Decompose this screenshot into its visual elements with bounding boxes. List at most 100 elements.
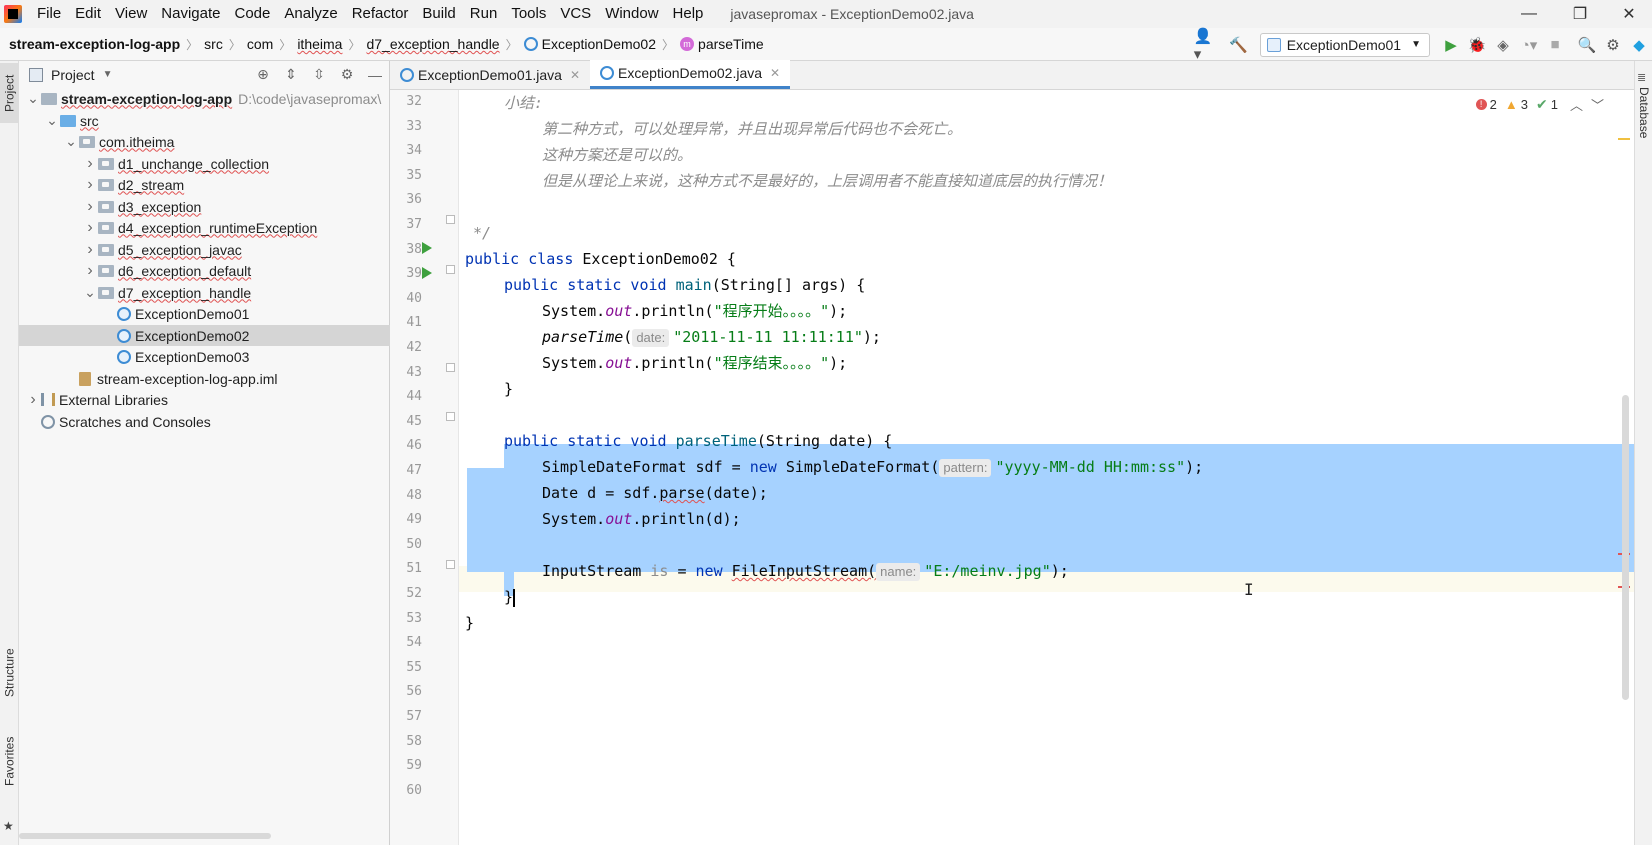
tree-item[interactable]: ExceptionDemo02 bbox=[19, 325, 390, 346]
chevron-right-icon[interactable]: › bbox=[82, 262, 98, 280]
chevron-right-icon[interactable]: › bbox=[82, 155, 98, 173]
menu-navigate[interactable]: Navigate bbox=[154, 0, 227, 28]
package-icon bbox=[98, 264, 114, 277]
gear-icon[interactable]: ⚙ bbox=[333, 66, 361, 83]
fold-marker-icon[interactable] bbox=[446, 215, 455, 224]
favorites-tool-tab[interactable]: Favorites bbox=[0, 721, 19, 801]
horizontal-scrollbar[interactable] bbox=[19, 833, 271, 839]
code-editor[interactable]: 小结: 第二种方式，可以处理异常，并且出现异常后代码也不会死亡。 这种方案还是可… bbox=[459, 90, 1634, 845]
chevron-down-icon[interactable]: ⌄ bbox=[63, 133, 79, 150]
minimize-button[interactable]: — bbox=[1506, 0, 1552, 28]
tree-item[interactable]: › d6_exception_default bbox=[19, 260, 390, 281]
stop-icon[interactable]: ■ bbox=[1542, 32, 1568, 58]
chevron-down-icon[interactable]: ▼ bbox=[103, 69, 113, 80]
menu-view[interactable]: View bbox=[108, 0, 154, 28]
settings-gear-icon[interactable]: ⚙ bbox=[1600, 32, 1626, 58]
menu-build[interactable]: Build bbox=[415, 0, 462, 28]
tree-item[interactable]: ExceptionDemo01 bbox=[19, 303, 390, 324]
fold-marker-icon[interactable] bbox=[446, 265, 455, 274]
project-panel: Project ▼ ⊕ ⇕ ⇳ ⚙ — ⌄ stream-exception-lo… bbox=[19, 61, 390, 845]
editor-gutter[interactable]: 32 33 34 35 36 37 38 39 40 41 42 43 44 45 46 47 48 49 50 51… bbox=[390, 90, 459, 845]
tree-item[interactable]: › d3_exception bbox=[19, 196, 390, 217]
run-main-icon[interactable] bbox=[422, 267, 432, 279]
chevron-down-icon[interactable]: ⌄ bbox=[82, 284, 98, 301]
project-tool-tab[interactable]: Project bbox=[0, 63, 19, 123]
restore-button[interactable]: ❐ bbox=[1557, 0, 1603, 28]
menu-file[interactable]: File bbox=[30, 0, 68, 28]
menu-vcs[interactable]: VCS bbox=[553, 0, 598, 28]
menu-analyze[interactable]: Analyze bbox=[277, 0, 344, 28]
warning-marker[interactable] bbox=[1618, 138, 1630, 140]
fold-marker-icon[interactable] bbox=[446, 560, 455, 569]
breadcrumb-src[interactable]: src bbox=[200, 36, 227, 52]
chevron-down-icon[interactable]: ﹀ bbox=[1591, 95, 1604, 114]
menu-help[interactable]: Help bbox=[666, 0, 711, 28]
breadcrumb-com[interactable]: com bbox=[243, 36, 277, 52]
structure-tool-tab[interactable]: Structure bbox=[0, 633, 19, 713]
tree-item[interactable]: ⌄ d7_exception_handle bbox=[19, 282, 390, 303]
breadcrumb-package[interactable]: d7_exception_handle bbox=[362, 36, 503, 52]
close-icon[interactable]: ✕ bbox=[570, 68, 580, 82]
hide-icon[interactable]: — bbox=[361, 67, 389, 83]
database-tool-tab[interactable]: Database bbox=[1635, 87, 1652, 167]
menu-edit[interactable]: Edit bbox=[68, 0, 108, 28]
breadcrumb-project[interactable]: stream-exception-log-app bbox=[0, 36, 184, 52]
tab-exceptiondemo02[interactable]: ExceptionDemo02.java ✕ bbox=[590, 60, 791, 89]
menu-window[interactable]: Window bbox=[598, 0, 665, 28]
tree-item[interactable]: › External Libraries bbox=[19, 389, 390, 410]
fold-marker-icon[interactable] bbox=[446, 363, 455, 372]
intellij-logo-icon bbox=[4, 5, 22, 23]
build-hammer-icon[interactable]: 🔨 bbox=[1226, 32, 1252, 58]
tree-item[interactable]: Scratches and Consoles bbox=[19, 411, 390, 432]
tree-item[interactable]: ⌄ src bbox=[19, 110, 390, 131]
breadcrumb-class[interactable]: ExceptionDemo02 bbox=[520, 36, 660, 52]
run-icon[interactable]: ▶ bbox=[1438, 32, 1464, 58]
chevron-down-icon[interactable]: ⌄ bbox=[44, 112, 60, 129]
plugin-icon[interactable]: ◆ bbox=[1626, 32, 1652, 58]
coverage-icon[interactable]: ◈ bbox=[1490, 32, 1516, 58]
tree-item[interactable]: › d4_exception_runtimeException bbox=[19, 217, 390, 238]
line-number: 40 bbox=[406, 290, 422, 306]
chevron-up-icon[interactable]: ︿ bbox=[1570, 95, 1583, 114]
close-window-button[interactable]: ✕ bbox=[1606, 0, 1652, 28]
expand-all-icon[interactable]: ⇕ bbox=[277, 66, 305, 83]
weak-warning-count: 1 bbox=[1550, 97, 1558, 112]
user-dropdown-icon[interactable]: 👤▾ bbox=[1194, 28, 1220, 63]
locate-icon[interactable]: ⊕ bbox=[249, 66, 277, 83]
menu-code[interactable]: Code bbox=[227, 0, 277, 28]
run-class-icon[interactable] bbox=[422, 242, 432, 254]
project-panel-title[interactable]: Project bbox=[51, 67, 95, 83]
unused-variable: is bbox=[650, 562, 669, 580]
tab-exceptiondemo01[interactable]: ExceptionDemo01.java ✕ bbox=[390, 60, 590, 89]
tab-label: ExceptionDemo02.java bbox=[618, 65, 763, 81]
menu-refactor[interactable]: Refactor bbox=[345, 0, 416, 28]
run-configuration-select[interactable]: ExceptionDemo01 ▼ bbox=[1259, 32, 1430, 57]
search-icon[interactable]: 🔍 bbox=[1574, 32, 1600, 58]
tree-item[interactable]: ⌄ stream-exception-log-app D:\code\javasep… bbox=[19, 88, 390, 109]
chevron-right-icon[interactable]: › bbox=[82, 241, 98, 259]
close-icon[interactable]: ✕ bbox=[770, 66, 780, 80]
chevron-right-icon[interactable]: › bbox=[82, 198, 98, 216]
menu-run[interactable]: Run bbox=[463, 0, 505, 28]
menu-tools[interactable]: Tools bbox=[504, 0, 553, 28]
collapse-all-icon[interactable]: ⇳ bbox=[305, 66, 333, 83]
tree-item[interactable]: › d2_stream bbox=[19, 174, 390, 195]
vertical-scrollbar[interactable] bbox=[1622, 395, 1629, 700]
tree-item[interactable]: ⌄ com.itheima bbox=[19, 131, 390, 152]
debug-icon[interactable]: 🐞 bbox=[1464, 32, 1490, 58]
tree-item[interactable]: › d1_unchange_collection bbox=[19, 153, 390, 174]
chevron-right-icon[interactable]: › bbox=[82, 219, 98, 237]
tree-item-label: d7_exception_handle bbox=[118, 284, 252, 301]
breadcrumb-method[interactable]: m parseTime bbox=[676, 36, 768, 52]
tree-item[interactable]: stream-exception-log-app.iml bbox=[19, 368, 390, 389]
fold-marker-icon[interactable] bbox=[446, 412, 455, 421]
inspection-widget[interactable]: ! 2 ▲ 3 ✔ 1 ︿ ﹀ bbox=[1472, 95, 1604, 114]
chevron-right-icon[interactable]: › bbox=[25, 391, 41, 409]
breadcrumb-itheima[interactable]: itheima bbox=[293, 36, 346, 52]
chevron-right-icon[interactable]: › bbox=[82, 176, 98, 194]
profile-icon[interactable]: ◔▾ bbox=[1516, 32, 1542, 58]
tree-item[interactable]: ExceptionDemo03 bbox=[19, 346, 390, 367]
tree-item[interactable]: › d5_exception_javac bbox=[19, 239, 390, 260]
chevron-down-icon[interactable]: ⌄ bbox=[25, 90, 41, 107]
class-icon bbox=[117, 328, 131, 343]
